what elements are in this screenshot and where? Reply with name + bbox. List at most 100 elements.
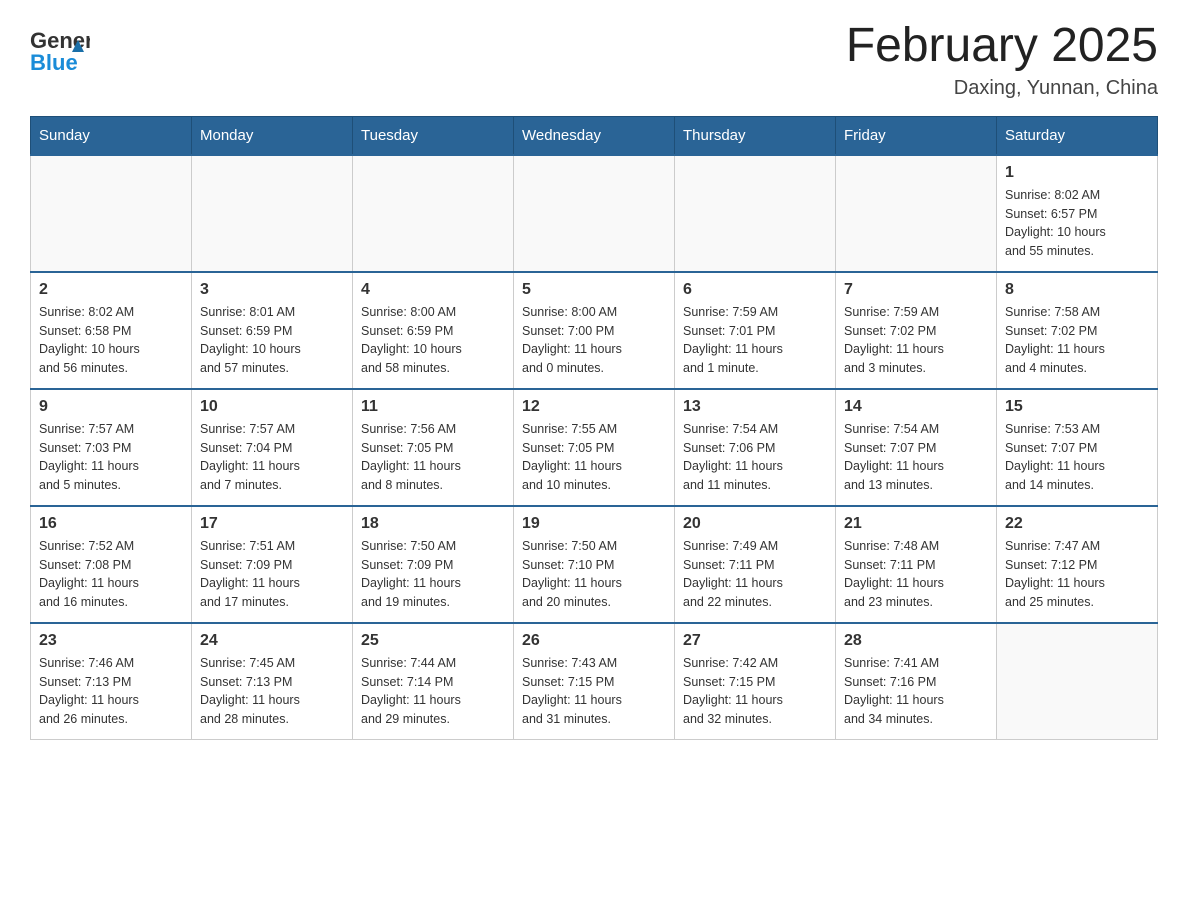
day-info: Sunrise: 8:00 AM Sunset: 6:59 PM Dayligh… xyxy=(361,303,505,378)
calendar-cell xyxy=(997,623,1158,740)
calendar-cell: 21 Sunrise: 7:48 AM Sunset: 7:11 PM Dayli… xyxy=(836,506,997,623)
day-number: 3 xyxy=(200,281,344,299)
calendar-cell: 13 Sunrise: 7:54 AM Sunset: 7:06 PM Dayli… xyxy=(675,389,836,506)
calendar-cell xyxy=(836,155,997,272)
calendar-cell xyxy=(353,155,514,272)
page-header: General Blue February 2025 Daxing, Yunna… xyxy=(30,20,1158,100)
day-number: 2 xyxy=(39,281,183,299)
calendar-table: SundayMondayTuesdayWednesdayThursdayFrid… xyxy=(30,116,1158,740)
day-info: Sunrise: 7:57 AM Sunset: 7:03 PM Dayligh… xyxy=(39,420,183,495)
day-number: 19 xyxy=(522,515,666,533)
calendar-cell: 10 Sunrise: 7:57 AM Sunset: 7:04 PM Dayli… xyxy=(192,389,353,506)
svg-text:Blue: Blue xyxy=(30,50,78,75)
calendar-cell: 2 Sunrise: 8:02 AM Sunset: 6:58 PM Daylig… xyxy=(31,272,192,389)
day-number: 11 xyxy=(361,398,505,416)
day-info: Sunrise: 7:43 AM Sunset: 7:15 PM Dayligh… xyxy=(522,654,666,729)
day-number: 8 xyxy=(1005,281,1149,299)
calendar-cell xyxy=(675,155,836,272)
week-row-3: 9 Sunrise: 7:57 AM Sunset: 7:03 PM Daylig… xyxy=(31,389,1158,506)
day-number: 9 xyxy=(39,398,183,416)
day-number: 10 xyxy=(200,398,344,416)
day-number: 27 xyxy=(683,632,827,650)
weekday-tuesday: Tuesday xyxy=(353,116,514,155)
day-number: 18 xyxy=(361,515,505,533)
day-number: 28 xyxy=(844,632,988,650)
calendar-cell: 24Sunrise: 7:45 AM Sunset: 7:13 PM Dayli… xyxy=(192,623,353,740)
logo-icon: General Blue xyxy=(30,20,90,75)
day-number: 25 xyxy=(361,632,505,650)
day-info: Sunrise: 7:50 AM Sunset: 7:09 PM Dayligh… xyxy=(361,537,505,612)
day-number: 4 xyxy=(361,281,505,299)
day-number: 15 xyxy=(1005,398,1149,416)
weekday-sunday: Sunday xyxy=(31,116,192,155)
calendar-cell: 9 Sunrise: 7:57 AM Sunset: 7:03 PM Daylig… xyxy=(31,389,192,506)
weekday-saturday: Saturday xyxy=(997,116,1158,155)
weekday-monday: Monday xyxy=(192,116,353,155)
day-info: Sunrise: 7:53 AM Sunset: 7:07 PM Dayligh… xyxy=(1005,420,1149,495)
week-row-2: 2 Sunrise: 8:02 AM Sunset: 6:58 PM Daylig… xyxy=(31,272,1158,389)
day-number: 16 xyxy=(39,515,183,533)
day-info: Sunrise: 7:56 AM Sunset: 7:05 PM Dayligh… xyxy=(361,420,505,495)
day-number: 13 xyxy=(683,398,827,416)
day-number: 21 xyxy=(844,515,988,533)
day-info: Sunrise: 7:57 AM Sunset: 7:04 PM Dayligh… xyxy=(200,420,344,495)
calendar-cell: 7Sunrise: 7:59 AM Sunset: 7:02 PM Daylig… xyxy=(836,272,997,389)
calendar-cell: 12 Sunrise: 7:55 AM Sunset: 7:05 PM Dayli… xyxy=(514,389,675,506)
calendar-cell: 6 Sunrise: 7:59 AM Sunset: 7:01 PM Daylig… xyxy=(675,272,836,389)
calendar-cell: 1 Sunrise: 8:02 AM Sunset: 6:57 PM Daylig… xyxy=(997,155,1158,272)
day-info: Sunrise: 8:02 AM Sunset: 6:57 PM Dayligh… xyxy=(1005,186,1149,261)
day-number: 14 xyxy=(844,398,988,416)
calendar-cell: 17Sunrise: 7:51 AM Sunset: 7:09 PM Dayli… xyxy=(192,506,353,623)
weekday-header-row: SundayMondayTuesdayWednesdayThursdayFrid… xyxy=(31,116,1158,155)
day-number: 22 xyxy=(1005,515,1149,533)
day-info: Sunrise: 7:49 AM Sunset: 7:11 PM Dayligh… xyxy=(683,537,827,612)
calendar-cell: 3 Sunrise: 8:01 AM Sunset: 6:59 PM Daylig… xyxy=(192,272,353,389)
day-number: 23 xyxy=(39,632,183,650)
day-info: Sunrise: 7:59 AM Sunset: 7:02 PM Dayligh… xyxy=(844,303,988,378)
calendar-cell: 5Sunrise: 8:00 AM Sunset: 7:00 PM Daylig… xyxy=(514,272,675,389)
day-info: Sunrise: 7:55 AM Sunset: 7:05 PM Dayligh… xyxy=(522,420,666,495)
calendar-cell xyxy=(31,155,192,272)
logo: General Blue xyxy=(30,20,90,75)
weekday-wednesday: Wednesday xyxy=(514,116,675,155)
week-row-4: 16 Sunrise: 7:52 AM Sunset: 7:08 PM Dayli… xyxy=(31,506,1158,623)
week-row-5: 23Sunrise: 7:46 AM Sunset: 7:13 PM Dayli… xyxy=(31,623,1158,740)
weekday-friday: Friday xyxy=(836,116,997,155)
day-number: 20 xyxy=(683,515,827,533)
day-info: Sunrise: 8:02 AM Sunset: 6:58 PM Dayligh… xyxy=(39,303,183,378)
day-number: 6 xyxy=(683,281,827,299)
calendar-cell: 8 Sunrise: 7:58 AM Sunset: 7:02 PM Daylig… xyxy=(997,272,1158,389)
location: Daxing, Yunnan, China xyxy=(846,77,1158,100)
day-info: Sunrise: 7:47 AM Sunset: 7:12 PM Dayligh… xyxy=(1005,537,1149,612)
calendar-cell: 28 Sunrise: 7:41 AM Sunset: 7:16 PM Dayli… xyxy=(836,623,997,740)
calendar-cell xyxy=(192,155,353,272)
calendar-cell: 23Sunrise: 7:46 AM Sunset: 7:13 PM Dayli… xyxy=(31,623,192,740)
day-info: Sunrise: 7:48 AM Sunset: 7:11 PM Dayligh… xyxy=(844,537,988,612)
calendar-cell: 15 Sunrise: 7:53 AM Sunset: 7:07 PM Dayli… xyxy=(997,389,1158,506)
day-number: 12 xyxy=(522,398,666,416)
week-row-1: 1 Sunrise: 8:02 AM Sunset: 6:57 PM Daylig… xyxy=(31,155,1158,272)
day-number: 1 xyxy=(1005,164,1149,182)
calendar-cell: 25 Sunrise: 7:44 AM Sunset: 7:14 PM Dayli… xyxy=(353,623,514,740)
day-number: 24 xyxy=(200,632,344,650)
calendar-cell: 22 Sunrise: 7:47 AM Sunset: 7:12 PM Dayli… xyxy=(997,506,1158,623)
day-info: Sunrise: 7:58 AM Sunset: 7:02 PM Dayligh… xyxy=(1005,303,1149,378)
day-number: 26 xyxy=(522,632,666,650)
calendar-cell: 26 Sunrise: 7:43 AM Sunset: 7:15 PM Dayli… xyxy=(514,623,675,740)
calendar-cell: 4 Sunrise: 8:00 AM Sunset: 6:59 PM Daylig… xyxy=(353,272,514,389)
calendar-cell: 19 Sunrise: 7:50 AM Sunset: 7:10 PM Dayli… xyxy=(514,506,675,623)
day-info: Sunrise: 8:01 AM Sunset: 6:59 PM Dayligh… xyxy=(200,303,344,378)
day-info: Sunrise: 7:54 AM Sunset: 7:06 PM Dayligh… xyxy=(683,420,827,495)
day-info: Sunrise: 7:52 AM Sunset: 7:08 PM Dayligh… xyxy=(39,537,183,612)
calendar-cell: 20 Sunrise: 7:49 AM Sunset: 7:11 PM Dayli… xyxy=(675,506,836,623)
day-info: Sunrise: 7:59 AM Sunset: 7:01 PM Dayligh… xyxy=(683,303,827,378)
day-info: Sunrise: 7:51 AM Sunset: 7:09 PM Dayligh… xyxy=(200,537,344,612)
day-info: Sunrise: 7:54 AM Sunset: 7:07 PM Dayligh… xyxy=(844,420,988,495)
day-info: Sunrise: 7:41 AM Sunset: 7:16 PM Dayligh… xyxy=(844,654,988,729)
title-section: February 2025 Daxing, Yunnan, China xyxy=(846,20,1158,100)
day-info: Sunrise: 7:50 AM Sunset: 7:10 PM Dayligh… xyxy=(522,537,666,612)
calendar-cell: 16 Sunrise: 7:52 AM Sunset: 7:08 PM Dayli… xyxy=(31,506,192,623)
day-info: Sunrise: 8:00 AM Sunset: 7:00 PM Dayligh… xyxy=(522,303,666,378)
day-info: Sunrise: 7:44 AM Sunset: 7:14 PM Dayligh… xyxy=(361,654,505,729)
day-info: Sunrise: 7:42 AM Sunset: 7:15 PM Dayligh… xyxy=(683,654,827,729)
